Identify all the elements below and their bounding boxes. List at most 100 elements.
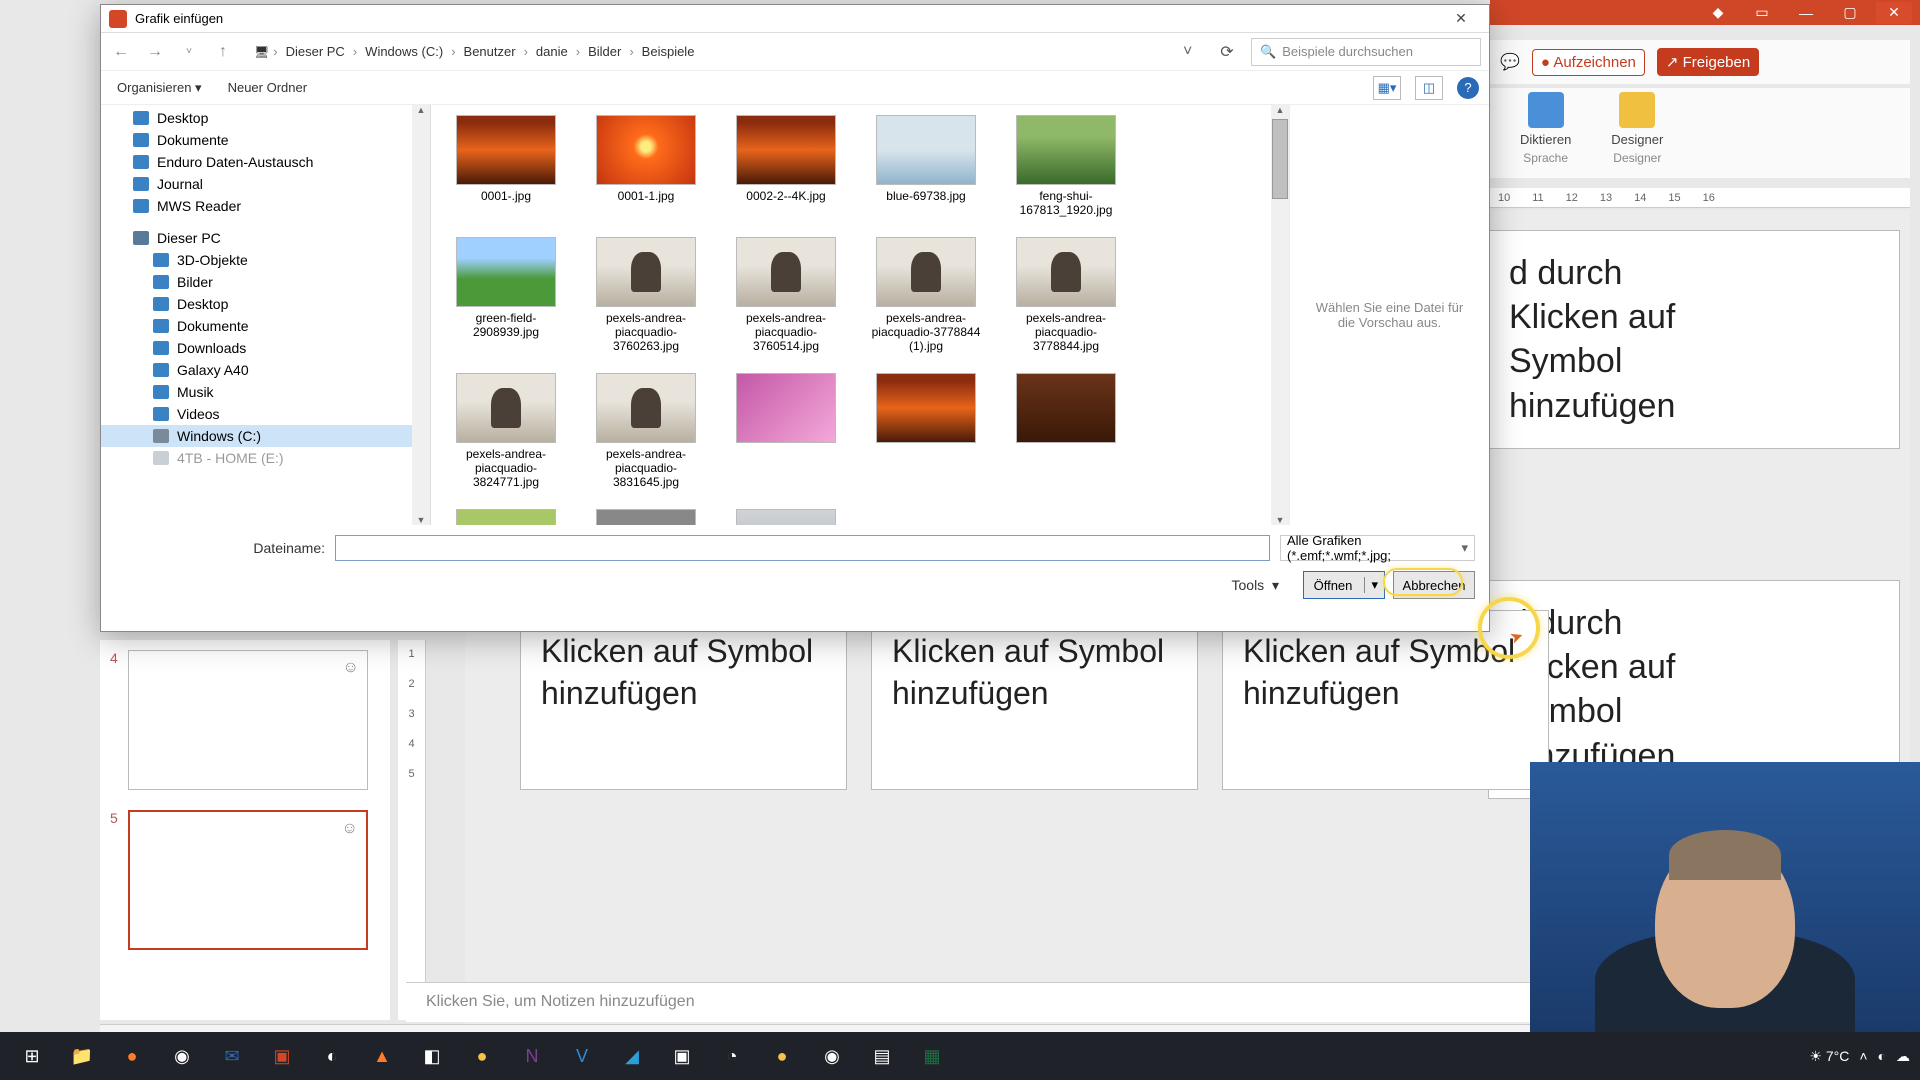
dialog-close-icon[interactable]: ✕ (1441, 7, 1481, 31)
app-icon[interactable]: ● (460, 1036, 504, 1076)
file-item[interactable] (731, 373, 841, 489)
breadcrumb-segment[interactable]: Bilder (584, 42, 625, 61)
comments-icon[interactable]: 💬 (1500, 52, 1520, 72)
record-button[interactable]: ● Aufzeichnen (1532, 49, 1645, 76)
file-item[interactable] (591, 509, 701, 525)
slide-thumbnail[interactable]: 5☺ (100, 800, 390, 960)
breadcrumb-dropdown-icon[interactable]: ˅ (1183, 43, 1203, 61)
tree-scrollbar[interactable] (412, 105, 430, 525)
start-icon[interactable]: ⊞ (10, 1036, 54, 1076)
help-icon[interactable]: ? (1457, 77, 1479, 99)
tree-item[interactable]: 4TB - HOME (E:) (101, 447, 430, 469)
file-item[interactable]: pexels-andrea-piacquadio-3831645.jpg (591, 373, 701, 489)
breadcrumb-segment[interactable]: Windows (C:) (361, 42, 447, 61)
app-icon[interactable]: ◉ (810, 1036, 854, 1076)
file-item[interactable]: pexels-andrea-piacquadio-3760263.jpg (591, 237, 701, 353)
new-folder-button[interactable]: Neuer Ordner (222, 78, 313, 97)
tree-item[interactable]: Enduro Daten-Austausch (101, 151, 430, 173)
vlc-icon[interactable]: ▲ (360, 1036, 404, 1076)
tree-item[interactable]: Videos (101, 403, 430, 425)
file-item[interactable] (451, 509, 561, 525)
file-item[interactable]: pexels-andrea-piacquadio-3778844.jpg (1011, 237, 1121, 353)
outlook-icon[interactable]: ✉ (210, 1036, 254, 1076)
back-icon[interactable]: ← (109, 40, 133, 64)
file-item[interactable] (871, 373, 981, 489)
tree-item[interactable]: 3D-Objekte (101, 249, 430, 271)
tree-item[interactable]: Dokumente (101, 129, 430, 151)
breadcrumb[interactable]: 🖥›Dieser PC›Windows (C:)›Benutzer›danie›… (245, 38, 1173, 66)
forward-icon[interactable]: → (143, 40, 167, 64)
breadcrumb-segment[interactable]: Beispiele (638, 42, 699, 61)
up-icon[interactable]: ↑ (211, 40, 235, 64)
dictate-group[interactable]: Diktieren Sprache (1520, 92, 1571, 174)
file-scrollbar[interactable] (1271, 105, 1289, 525)
designer-group[interactable]: Designer Designer (1611, 92, 1663, 174)
tree-item[interactable]: Musik (101, 381, 430, 403)
file-grid[interactable]: 0001-.jpg 0001-1.jpg 0002-2--4K.jpg blue-69… (431, 105, 1271, 525)
tray-icon[interactable]: ☁ (1896, 1048, 1910, 1065)
powerpoint-icon[interactable]: ▣ (260, 1036, 304, 1076)
file-item[interactable]: pexels-andrea-piacquadio-3778844 (1).jpg (871, 237, 981, 353)
file-item[interactable]: feng-shui-167813_1920.jpg (1011, 115, 1121, 217)
file-item[interactable]: 0001-1.jpg (591, 115, 701, 217)
search-input[interactable]: 🔍 Beispiele durchsuchen (1251, 38, 1481, 66)
breadcrumb-segment[interactable]: Benutzer (460, 42, 520, 61)
file-item[interactable] (1011, 373, 1121, 489)
tools-menu[interactable]: Tools ▾ (1232, 577, 1280, 594)
content-placeholder[interactable]: Klicken auf Symbol hinzufügen (871, 610, 1198, 790)
file-item[interactable]: pexels-andrea-piacquadio-3760514.jpg (731, 237, 841, 353)
refresh-icon[interactable]: ⟳ (1213, 42, 1241, 62)
breadcrumb-segment[interactable]: danie (532, 42, 572, 61)
file-item[interactable]: green-field-2908939.jpg (451, 237, 561, 353)
tree-item[interactable]: Windows (C:) (101, 425, 430, 447)
content-placeholder[interactable]: Klicken auf Symbol hinzufügen (520, 610, 847, 790)
app-icon[interactable]: ▣ (660, 1036, 704, 1076)
tree-item[interactable]: Downloads (101, 337, 430, 359)
app-icon[interactable]: V (560, 1036, 604, 1076)
telegram-icon[interactable]: ◢ (610, 1036, 654, 1076)
tray-icon[interactable]: ◐ (1878, 1048, 1886, 1064)
excel-icon[interactable]: ▦ (910, 1036, 954, 1076)
file-item[interactable]: 0002-2--4K.jpg (731, 115, 841, 217)
weather-widget[interactable]: ☀ 7°C (1809, 1048, 1849, 1065)
tree-item[interactable]: Dokumente (101, 315, 430, 337)
folder-tree[interactable]: DesktopDokumenteEnduro Daten-AustauschJo… (101, 105, 431, 525)
ribbon-display-icon[interactable]: ▭ (1744, 2, 1780, 24)
organize-menu[interactable]: Organisieren ▾ (111, 78, 208, 98)
preview-pane-icon[interactable]: ◫ (1415, 76, 1443, 100)
minimize-icon[interactable]: — (1788, 2, 1824, 24)
file-item[interactable]: blue-69738.jpg (871, 115, 981, 217)
filename-input[interactable] (335, 535, 1270, 561)
app-icon[interactable]: ● (760, 1036, 804, 1076)
tree-item[interactable]: Desktop (101, 107, 430, 129)
open-button[interactable]: Öffnen (1303, 571, 1385, 599)
tree-item[interactable]: Desktop (101, 293, 430, 315)
content-placeholder[interactable]: d durch Klicken auf Symbol hinzufügen (1488, 230, 1900, 449)
file-item[interactable]: pexels-andrea-piacquadio-3824771.jpg (451, 373, 561, 489)
file-type-filter[interactable]: Alle Grafiken (*.emf;*.wmf;*.jpg; (1280, 535, 1475, 561)
tree-item[interactable]: Journal (101, 173, 430, 195)
app-icon[interactable]: ◔ (710, 1036, 754, 1076)
explorer-icon[interactable]: 📁 (60, 1036, 104, 1076)
slide-thumbnail[interactable]: 4☺ (100, 640, 390, 800)
file-item[interactable]: 0001-.jpg (451, 115, 561, 217)
maximize-icon[interactable]: ▢ (1832, 2, 1868, 24)
firefox-icon[interactable]: ● (110, 1036, 154, 1076)
app-icon[interactable]: ◧ (410, 1036, 454, 1076)
recent-chevron-icon[interactable]: ˅ (177, 40, 201, 64)
tree-item[interactable]: Bilder (101, 271, 430, 293)
chrome-icon[interactable]: ◉ (160, 1036, 204, 1076)
file-item[interactable] (731, 509, 841, 525)
app-icon[interactable]: ◐ (310, 1036, 354, 1076)
share-button[interactable]: ↗ Freigeben (1657, 48, 1759, 76)
tree-item[interactable]: Dieser PC (101, 227, 430, 249)
teams-icon[interactable]: ◆ (1700, 2, 1736, 24)
tree-item[interactable]: Galaxy A40 (101, 359, 430, 381)
tray-chevron-icon[interactable]: ˄ (1859, 1048, 1867, 1064)
onenote-icon[interactable]: N (510, 1036, 554, 1076)
view-mode-icon[interactable]: ▦▾ (1373, 76, 1401, 100)
tree-item[interactable]: MWS Reader (101, 195, 430, 217)
breadcrumb-segment[interactable]: Dieser PC (282, 42, 349, 61)
scrollbar-thumb[interactable] (1272, 119, 1288, 199)
content-placeholder[interactable]: Klicken auf Symbol hinzufügen (1222, 610, 1549, 790)
